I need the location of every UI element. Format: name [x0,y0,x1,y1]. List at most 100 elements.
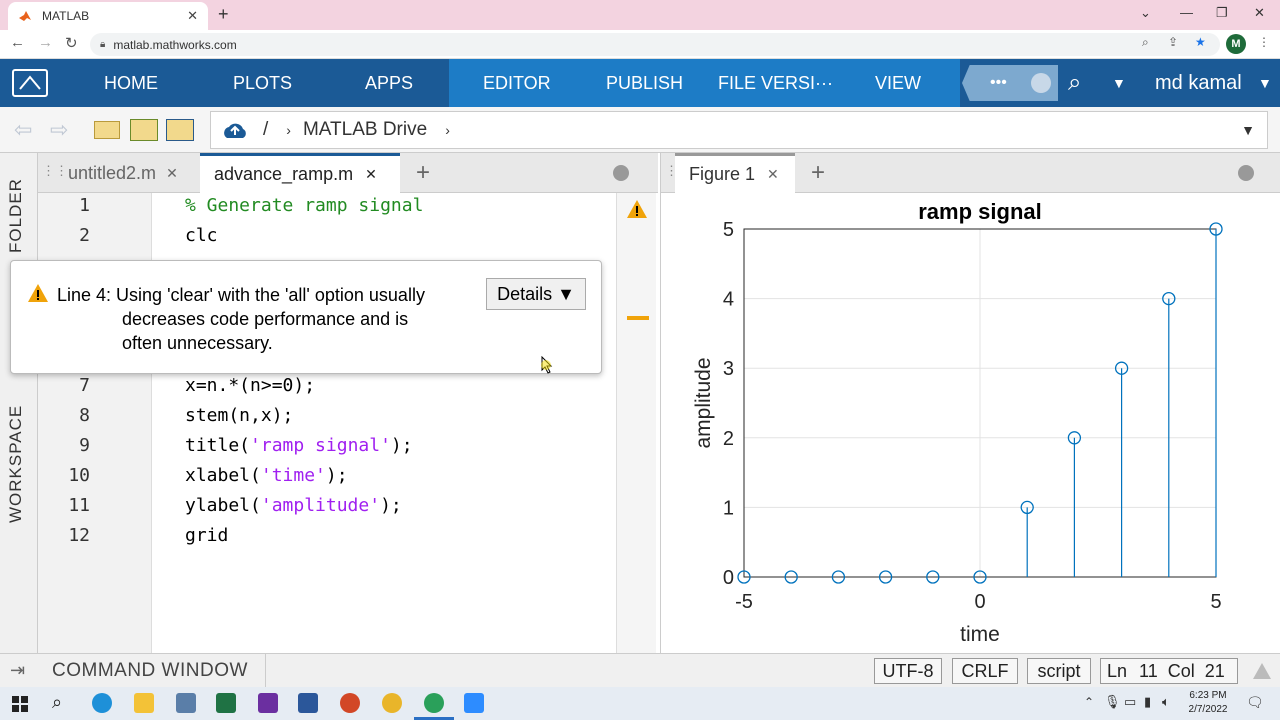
code-line[interactable]: ylabel('amplitude'); [185,495,402,516]
details-button[interactable]: Details ▼ [486,278,586,310]
back-folder-icon[interactable]: ⇦ [14,117,32,143]
code-line[interactable]: xlabel('time'); [185,465,348,486]
code-line[interactable]: % Generate ramp signal [185,195,423,216]
user-name[interactable]: md kamal [1155,59,1242,107]
more-tabs-icon[interactable]: ••• [990,59,1007,107]
code-analyzer-status-icon[interactable] [1252,661,1272,681]
zoom-app-icon[interactable] [464,693,484,713]
tab-view[interactable]: VIEW [875,59,921,107]
search-taskbar-icon[interactable]: ⌕ [52,692,62,713]
tab-search-chevron-icon[interactable]: ⌄ [1140,5,1151,21]
back-arrow-icon[interactable]: ← [10,34,25,51]
line-number: 11 [68,495,90,516]
line-number: 10 [68,465,90,486]
word-icon[interactable] [298,693,318,713]
windows-start-icon[interactable] [12,696,28,712]
visual-studio-icon[interactable] [258,693,278,713]
reload-icon[interactable]: ↻ [65,34,78,52]
powerpoint-icon[interactable] [340,693,360,713]
minimize-icon[interactable]: — [1180,5,1193,20]
command-window-label[interactable]: COMMAND WINDOW [52,660,248,682]
speaker-icon[interactable]: 🔈︎ [1162,694,1170,710]
notification-icon[interactable]: 🗨︎ [1246,694,1264,711]
code-token: 'ramp signal' [250,435,391,456]
encoding-indicator[interactable]: UTF-8 [874,658,942,684]
share-icon[interactable]: ⇪ [1168,35,1178,49]
file-explorer-icon[interactable] [134,693,154,713]
code-line[interactable]: x=n.*(n>=0); [185,375,315,396]
file-mode-indicator[interactable]: script [1027,658,1091,684]
chrome-profile-icon[interactable] [424,693,444,713]
cursor-position-indicator[interactable]: Ln 11 Col 21 [1100,658,1238,684]
tab-plots[interactable]: PLOTS [233,59,292,107]
tab-advance-ramp[interactable]: advance_ramp.m ✕ [200,153,400,193]
expand-command-window-icon[interactable]: ⇥ [10,660,25,681]
maximize-icon[interactable]: ❐ [1216,5,1228,21]
side-panel-strip: FOLDER WORKSPACE [0,153,38,653]
tab-untitled2[interactable]: untitled2.m ✕ [54,153,200,193]
browser-tab[interactable]: MATLAB ✕ [8,2,208,30]
tab-close-icon[interactable]: ✕ [365,166,377,183]
figure-options-icon[interactable] [1238,165,1254,181]
lock-icon: 🔒︎ [100,39,106,50]
tray-chevron-icon[interactable]: ⌃ [1084,695,1094,709]
tab-home[interactable]: HOME [104,59,158,107]
tab-file-versions[interactable]: FILE VERSI··· [718,59,833,107]
bookmark-star-icon[interactable]: ★ [1195,35,1206,49]
line-ending-indicator[interactable]: CRLF [952,658,1018,684]
code-line[interactable]: clc [185,225,218,246]
zoom-icon[interactable]: ⌕ [1142,35,1149,50]
code-line[interactable]: title('ramp signal'); [185,435,413,456]
path-folder[interactable]: MATLAB Drive [303,119,427,141]
forward-arrow-icon[interactable]: → [38,34,53,51]
new-tab-icon[interactable]: + [218,4,229,25]
new-script-tab-icon[interactable]: + [416,159,430,187]
excel-icon[interactable] [216,693,236,713]
mail-icon[interactable] [176,693,196,713]
tab-editor[interactable]: EDITOR [483,59,551,107]
tab-close-icon[interactable]: ✕ [767,166,779,183]
folder-panel-label[interactable]: FOLDER [6,178,26,253]
editor-options-icon[interactable] [613,165,629,181]
y-tick-label: 0 [723,567,734,589]
clock[interactable]: 6:23 PM 2/7/2022 [1186,689,1230,717]
path-root[interactable]: / [263,119,268,141]
user-dropdown-chevron-icon[interactable]: ▼ [1258,59,1272,107]
network-icon[interactable]: ▭ [1124,694,1136,710]
warning-icon[interactable] [626,199,648,219]
code-line[interactable]: stem(n,x); [185,405,293,426]
tab-close-icon[interactable]: ✕ [166,165,178,182]
new-figure-tab-icon[interactable]: + [811,159,825,187]
browser-menu-icon[interactable]: ⋮ [1258,35,1270,49]
window-close-icon[interactable]: ✕ [1254,5,1265,21]
code-line[interactable]: grid [185,525,228,546]
stem-plot[interactable]: -5 0 5012345ramp signaltimeamplitude [661,193,1280,653]
edge-icon[interactable] [92,693,112,713]
tab-figure-1[interactable]: Figure 1 ✕ [675,153,795,193]
tab-apps[interactable]: APPS [365,59,413,107]
up-folder-icon[interactable] [94,121,120,139]
search-dropdown-chevron-icon[interactable]: ▼ [1112,59,1126,107]
line-number: 7 [79,375,90,396]
search-folder-icon[interactable] [166,119,194,141]
browse-folder-icon[interactable] [130,119,158,141]
warning-message: Line 4: Using 'clear' with the 'all' opt… [57,285,425,353]
workspace-panel-label[interactable]: WORKSPACE [6,405,26,523]
microphone-icon[interactable]: 🎙︎ [1104,694,1121,710]
path-field[interactable]: / › MATLAB Drive › ▼ [210,111,1268,149]
chrome-icon[interactable] [382,693,402,713]
path-next-icon[interactable]: › [445,122,450,138]
tab-close-icon[interactable]: ✕ [187,8,198,24]
warning-marker[interactable] [627,316,649,320]
url-text: matlab.mathworks.com [113,37,237,52]
url-field[interactable]: 🔒︎ matlab.mathworks.com [90,33,1220,56]
matlab-home-icon[interactable] [12,69,48,97]
path-history-chevron-icon[interactable]: ▼ [1241,122,1255,138]
search-icon[interactable]: ⌕ [1068,59,1081,107]
tab-publish[interactable]: PUBLISH [606,59,683,107]
battery-icon[interactable]: ▮ [1144,694,1151,710]
dropdown-circle-icon[interactable] [1031,73,1051,93]
profile-avatar[interactable]: M [1226,34,1246,54]
forward-folder-icon[interactable]: ⇨ [50,117,68,143]
current-folder-toolbar: ⇦ ⇨ / › MATLAB Drive › ▼ [0,107,1280,153]
